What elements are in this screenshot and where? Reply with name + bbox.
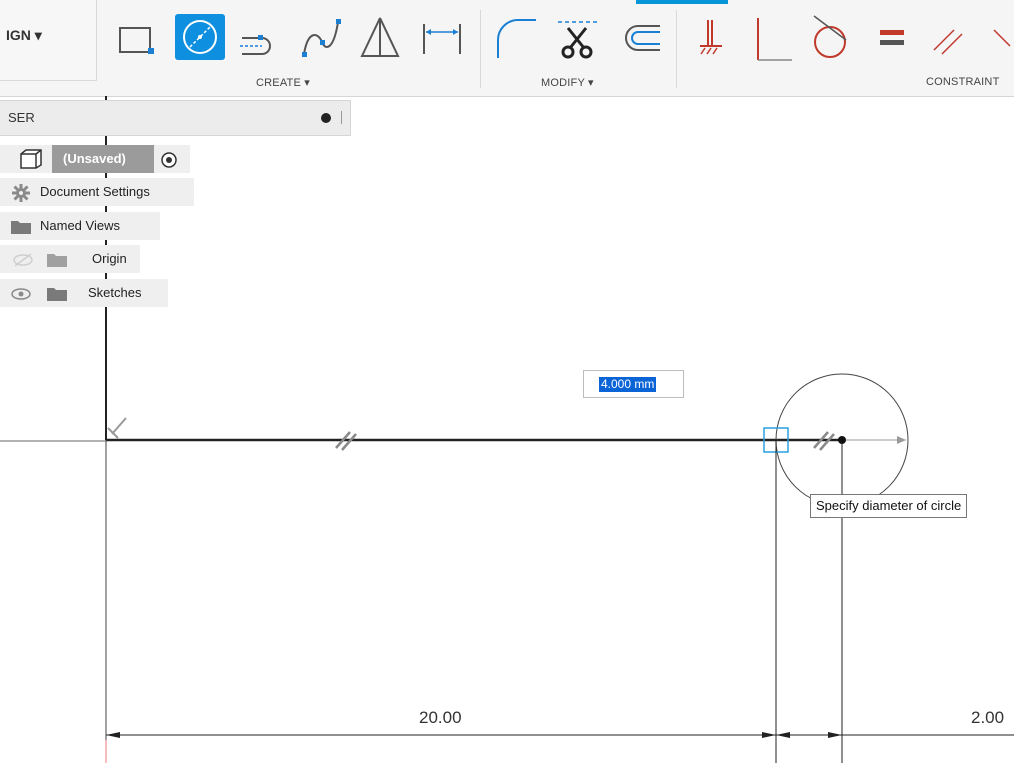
diameter-input-value[interactable]: 4.000 mm — [599, 377, 657, 392]
sketch-circle-preview[interactable] — [775, 373, 909, 507]
fix-constraint-icon — [700, 20, 722, 55]
group-divider — [676, 10, 677, 88]
tangent-icon — [813, 15, 847, 58]
create-group-label[interactable]: CREATE ▾ — [256, 76, 310, 89]
tree-item-label: (Unsaved) — [63, 151, 126, 166]
workspace-dropdown[interactable]: IGN ▾ — [0, 0, 97, 81]
tree-item-document-settings[interactable]: Document Settings — [0, 178, 194, 206]
dimension-arrow-icon — [762, 732, 776, 738]
mirror-triangle-icon — [360, 17, 400, 57]
tree-item-sketches[interactable]: Sketches — [0, 279, 168, 307]
tree-item-label: Named Views — [40, 218, 120, 233]
circle-center-point[interactable] — [838, 436, 846, 444]
browser-header[interactable]: SER — [0, 100, 351, 136]
dimension-value-2[interactable]: 2.00 — [971, 708, 1004, 728]
tree-item-root[interactable]: (Unsaved) — [0, 145, 190, 173]
group-divider — [480, 10, 481, 88]
equal-constraint-button[interactable] — [870, 10, 918, 62]
horizontal-constraint-icon — [813, 431, 835, 451]
fix-glyph-icon — [107, 417, 127, 439]
parallel-constraint-button[interactable] — [926, 10, 974, 62]
mirror-tool-button[interactable] — [356, 10, 404, 62]
eye-hidden-icon[interactable] — [12, 252, 34, 268]
eye-icon[interactable] — [10, 286, 32, 302]
tree-item-named-views[interactable]: Named Views — [0, 212, 160, 240]
folder-icon — [47, 288, 67, 301]
dimension-arrow-icon — [106, 732, 120, 738]
perpendicular-icon — [757, 18, 792, 61]
rectangle-icon — [119, 27, 154, 54]
circle-icon — [175, 14, 225, 60]
tree-item-label: Document Settings — [40, 184, 150, 199]
horizontal-constraint-icon — [335, 431, 357, 451]
dimension-icon — [423, 24, 461, 54]
dimension-arrow-icon — [776, 732, 790, 738]
tree-item-label: Sketches — [88, 285, 142, 300]
parallel-icon — [933, 29, 963, 55]
perpendicular-constraint-button[interactable] — [748, 10, 796, 62]
offset-tool-button[interactable] — [614, 10, 662, 62]
collinear-constraint-button[interactable] — [990, 10, 1014, 62]
trim-scissors-icon — [558, 21, 598, 59]
dimension-tool-button[interactable] — [418, 10, 466, 62]
component-icon — [20, 149, 42, 169]
browser-pin-icon[interactable] — [321, 113, 331, 123]
snap-point-marker[interactable] — [763, 427, 789, 453]
dimension-arrow-icon — [828, 732, 842, 738]
modify-group-label[interactable]: MODIFY ▾ — [541, 76, 594, 89]
diameter-input[interactable]: 4.000 mm — [583, 370, 684, 398]
dimension-value-20[interactable]: 20.00 — [419, 708, 462, 728]
fillet-tool-button[interactable] — [490, 10, 538, 62]
spline-tool-button[interactable] — [296, 10, 344, 62]
workspace-label: IGN ▾ — [6, 27, 42, 43]
gear-icon — [12, 184, 30, 202]
rectangle-tool-button[interactable] — [112, 10, 160, 62]
circle-tool-button[interactable] — [174, 10, 225, 62]
browser-collapse-icon[interactable] — [341, 111, 342, 124]
activate-radio-icon[interactable] — [160, 151, 178, 169]
folder-icon — [11, 221, 31, 234]
collinear-icon — [993, 29, 1011, 47]
tangent-constraint-button[interactable] — [806, 10, 854, 62]
fillet-icon — [497, 19, 536, 58]
spline-icon — [302, 19, 341, 57]
trim-tool-button[interactable] — [554, 10, 602, 62]
constraint-group-label[interactable]: CONSTRAINT — [926, 76, 1000, 88]
slot-tool-button[interactable] — [236, 10, 284, 62]
active-tab-indicator — [636, 0, 728, 4]
tooltip: Specify diameter of circle — [810, 494, 968, 518]
browser-title: SER — [8, 110, 35, 125]
tree-item-origin[interactable]: Origin — [0, 245, 140, 273]
ribbon-toolbar: IGN ▾ CREATE ▾ MODIFY ▾ CONSTRAINT — [0, 0, 1014, 97]
equal-icon — [880, 30, 904, 45]
fix-constraint-button[interactable] — [690, 10, 738, 62]
tree-item-label: Origin — [92, 251, 127, 266]
slot-icon — [240, 35, 271, 55]
folder-icon — [47, 254, 67, 267]
radius-arrow-icon — [897, 436, 906, 444]
offset-icon — [625, 25, 660, 51]
